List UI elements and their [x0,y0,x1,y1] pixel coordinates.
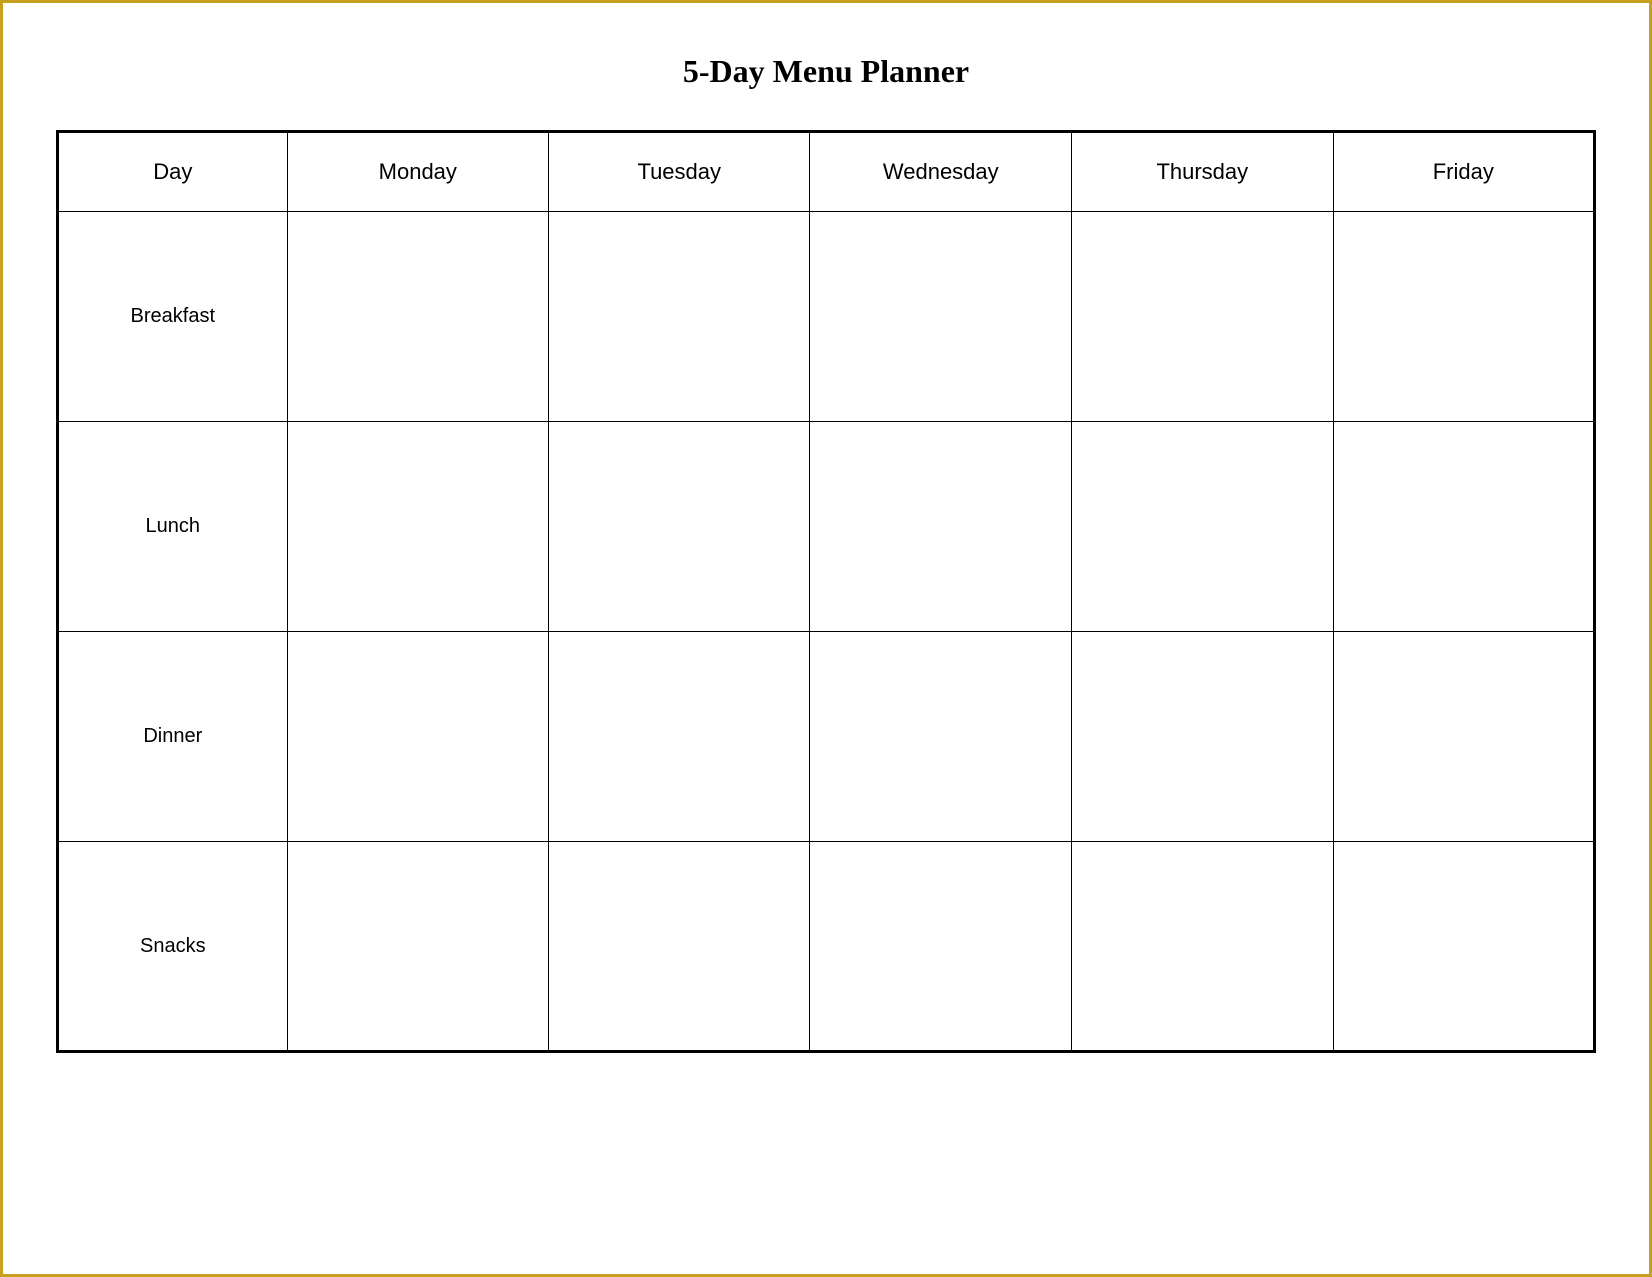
breakfast-monday[interactable] [287,212,548,422]
lunch-wednesday[interactable] [810,422,1072,632]
dinner-row: Dinner [58,632,1595,842]
col-header-tuesday: Tuesday [549,132,810,212]
breakfast-wednesday[interactable] [810,212,1072,422]
lunch-row: Lunch [58,422,1595,632]
dinner-wednesday[interactable] [810,632,1072,842]
header-row: Day Monday Tuesday Wednesday Thursday Fr… [58,132,1595,212]
breakfast-tuesday[interactable] [549,212,810,422]
breakfast-label: Breakfast [58,212,288,422]
breakfast-thursday[interactable] [1072,212,1334,422]
snacks-row: Snacks [58,842,1595,1052]
dinner-thursday[interactable] [1072,632,1334,842]
lunch-tuesday[interactable] [549,422,810,632]
snacks-monday[interactable] [287,842,548,1052]
breakfast-row: Breakfast [58,212,1595,422]
dinner-monday[interactable] [287,632,548,842]
snacks-wednesday[interactable] [810,842,1072,1052]
lunch-label: Lunch [58,422,288,632]
col-header-day: Day [58,132,288,212]
col-header-thursday: Thursday [1072,132,1334,212]
lunch-thursday[interactable] [1072,422,1334,632]
col-header-friday: Friday [1333,132,1594,212]
dinner-label: Dinner [58,632,288,842]
snacks-label: Snacks [58,842,288,1052]
dinner-tuesday[interactable] [549,632,810,842]
snacks-tuesday[interactable] [549,842,810,1052]
dinner-friday[interactable] [1333,632,1594,842]
lunch-friday[interactable] [1333,422,1594,632]
snacks-friday[interactable] [1333,842,1594,1052]
col-header-monday: Monday [287,132,548,212]
snacks-thursday[interactable] [1072,842,1334,1052]
breakfast-friday[interactable] [1333,212,1594,422]
page-title: 5-Day Menu Planner [683,53,969,90]
menu-planner-table: Day Monday Tuesday Wednesday Thursday Fr… [56,130,1596,1053]
lunch-monday[interactable] [287,422,548,632]
col-header-wednesday: Wednesday [810,132,1072,212]
